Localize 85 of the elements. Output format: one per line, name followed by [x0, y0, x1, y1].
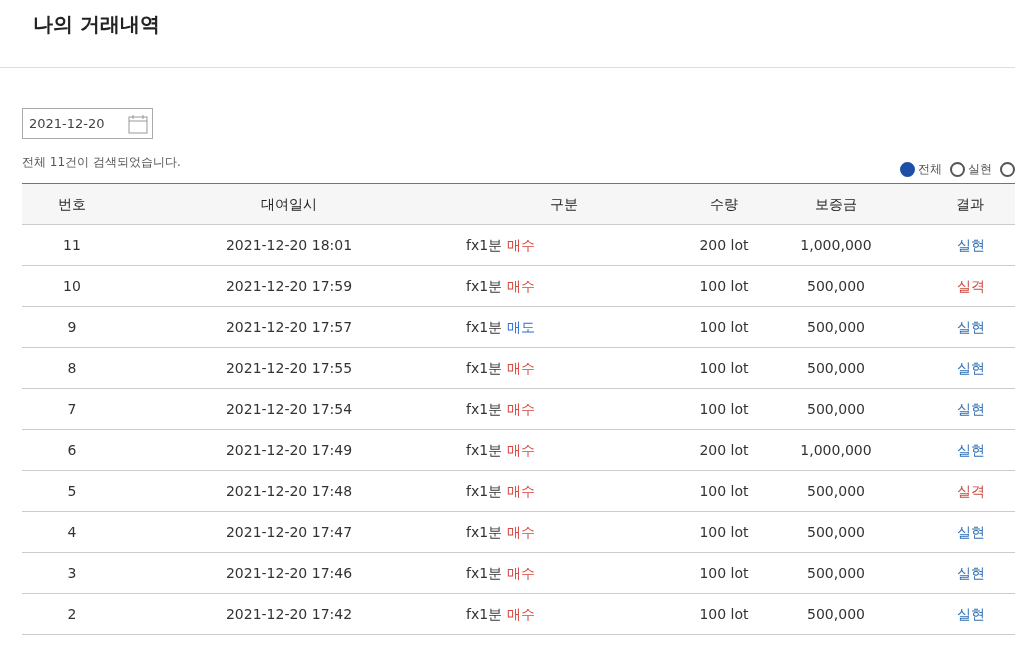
- result-text: 실현: [956, 564, 985, 581]
- column-header: 구분: [456, 183, 672, 225]
- product-text: fx1분: [466, 318, 503, 335]
- table-cell: 2021-12-20 17:57: [122, 306, 456, 348]
- table-cell: 1,000,000: [776, 429, 896, 471]
- product-text: fx1분: [466, 605, 503, 622]
- table-cell: 7: [22, 388, 122, 430]
- table-cell: 100 lot: [672, 552, 776, 594]
- table-cell: 5: [22, 470, 122, 512]
- calendar-icon: [127, 113, 149, 135]
- table-cell: 2021-12-20 17:42: [122, 593, 456, 635]
- table-cell: 500,000: [776, 552, 896, 594]
- table-cell: 500,000: [776, 265, 896, 307]
- side-text: 매수: [506, 277, 535, 294]
- table-cell: 2021-12-20 17:46: [122, 552, 456, 594]
- table-cell: 100 lot: [672, 265, 776, 307]
- side-text: 매수: [506, 441, 535, 458]
- column-header: 결과: [896, 183, 1015, 225]
- result-text: 실현: [956, 441, 985, 458]
- product-text: fx1분: [466, 277, 503, 294]
- radio-label[interactable]: 실현: [968, 160, 992, 178]
- table-cell: 8: [22, 347, 122, 389]
- side-text: 매수: [506, 564, 535, 581]
- table-cell: 11: [22, 224, 122, 266]
- side-text: 매수: [506, 400, 535, 417]
- radio-button[interactable]: [1000, 161, 1015, 177]
- table-cell: 3: [22, 552, 122, 594]
- radio-button[interactable]: [900, 161, 915, 177]
- table-cell: 2021-12-20 17:49: [122, 429, 456, 471]
- table-cell: 9: [22, 306, 122, 348]
- table-cell: 500,000: [776, 470, 896, 512]
- side-text: 매수: [506, 236, 535, 253]
- table-cell: 2021-12-20 18:01: [122, 224, 456, 266]
- table-cell: 2021-12-20 17:54: [122, 388, 456, 430]
- table-cell: 10: [22, 265, 122, 307]
- table-cell: 2021-12-20 17:48: [122, 470, 456, 512]
- column-header: 번호: [22, 183, 122, 225]
- side-text: 매수: [506, 482, 535, 499]
- result-text: 실현: [956, 400, 985, 417]
- product-text: fx1분: [466, 441, 503, 458]
- table-cell: 100 lot: [672, 347, 776, 389]
- table-cell: 2021-12-20 17:55: [122, 347, 456, 389]
- table-cell: 2021-12-20 17:59: [122, 265, 456, 307]
- result-text: 실격: [956, 277, 985, 294]
- product-text: fx1분: [466, 400, 503, 417]
- table-cell: 2021-12-20 17:47: [122, 511, 456, 553]
- page-title: 나의 거래내역: [33, 12, 161, 36]
- product-text: fx1분: [466, 359, 503, 376]
- table-cell: 100 lot: [672, 388, 776, 430]
- result-text: 실격: [956, 482, 985, 499]
- table-cell: 500,000: [776, 347, 896, 389]
- table-cell: 500,000: [776, 388, 896, 430]
- table-cell: 2: [22, 593, 122, 635]
- table-cell: 500,000: [776, 306, 896, 348]
- radio-label[interactable]: 전체: [918, 160, 942, 178]
- column-header: 대여일시: [122, 183, 456, 225]
- result-text: 실현: [956, 523, 985, 540]
- table-cell: 200 lot: [672, 429, 776, 471]
- column-header: 수량: [672, 183, 776, 225]
- result-text: 실현: [956, 359, 985, 376]
- table-cell: 200 lot: [672, 224, 776, 266]
- product-text: fx1분: [466, 564, 503, 581]
- table-cell: 100 lot: [672, 306, 776, 348]
- side-text: 매수: [506, 605, 535, 622]
- table-cell: 4: [22, 511, 122, 553]
- table-cell: 500,000: [776, 511, 896, 553]
- table-cell: 100 lot: [672, 511, 776, 553]
- result-text: 실현: [956, 318, 985, 335]
- product-text: fx1분: [466, 523, 503, 540]
- product-text: fx1분: [466, 236, 503, 253]
- table-cell: 500,000: [776, 593, 896, 635]
- result-text: 실현: [956, 236, 985, 253]
- date-field[interactable]: 2021-12-20: [22, 108, 153, 139]
- radio-button[interactable]: [950, 161, 965, 177]
- side-text: 매도: [506, 318, 535, 335]
- column-header: 보증금: [776, 183, 896, 225]
- table-cell: 1,000,000: [776, 224, 896, 266]
- side-text: 매수: [506, 523, 535, 540]
- table-cell: 100 lot: [672, 470, 776, 512]
- result-count: 전체 11건이 검색되었습니다.: [22, 154, 181, 171]
- result-text: 실현: [956, 605, 985, 622]
- table-cell: 6: [22, 429, 122, 471]
- side-text: 매수: [506, 359, 535, 376]
- product-text: fx1분: [466, 482, 503, 499]
- table-cell: 100 lot: [672, 593, 776, 635]
